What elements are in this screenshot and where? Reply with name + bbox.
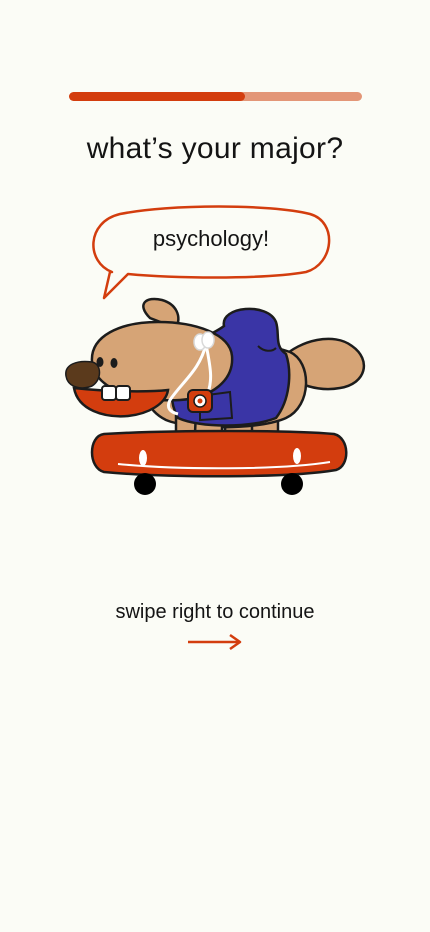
arrow-right-icon[interactable] bbox=[186, 632, 244, 652]
swipe-hint-text: swipe right to continue bbox=[115, 601, 315, 623]
speech-bubble bbox=[92, 205, 331, 300]
question-title: what’s your major? bbox=[86, 132, 344, 165]
progress-bar-fill bbox=[69, 92, 245, 101]
skateboard-wheel bbox=[134, 473, 156, 495]
dog-eye-2 bbox=[110, 358, 118, 368]
dog-tooth bbox=[101, 385, 117, 401]
dog-nose bbox=[65, 360, 101, 389]
earphone-2 bbox=[201, 331, 215, 349]
skateboard-bolt bbox=[139, 450, 147, 466]
progress-bar bbox=[69, 92, 362, 101]
dog-eye bbox=[96, 357, 104, 367]
skateboard-wheel-2 bbox=[281, 473, 303, 495]
answer-bubble-text: psychology! bbox=[152, 226, 270, 251]
skateboard-deck bbox=[90, 429, 348, 478]
skateboard-bolt-2 bbox=[293, 448, 301, 464]
dog-tooth-2 bbox=[115, 385, 131, 401]
